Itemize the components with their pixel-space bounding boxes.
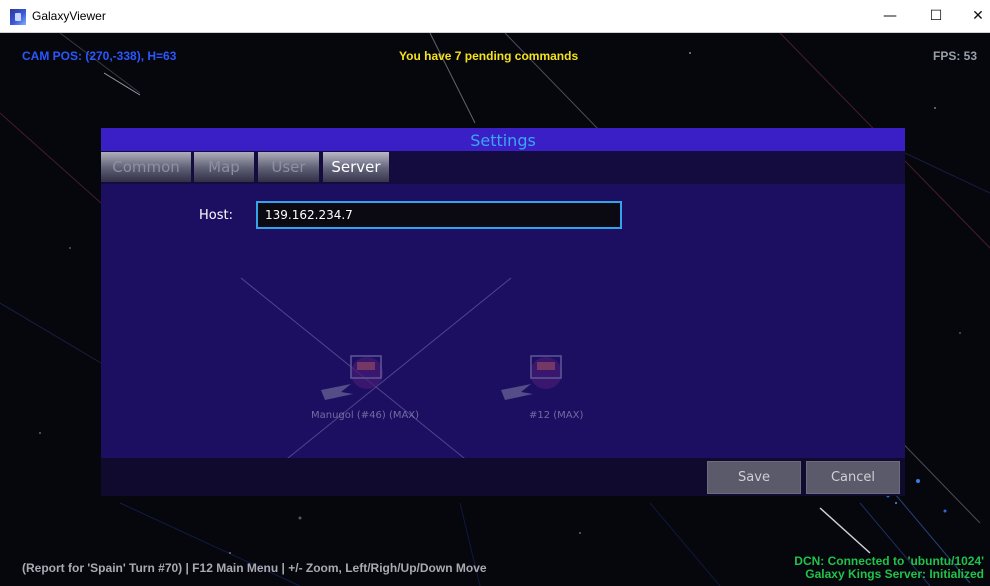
ship-label-manugol: Manugol (#46) (MAX) [311, 410, 420, 421]
tab-user[interactable]: User [258, 152, 319, 182]
close-icon: ✕ [972, 8, 984, 24]
app-icon [10, 9, 26, 25]
settings-dialog-header: Settings [101, 128, 905, 151]
ship-label-12: #12 (MAX) [529, 410, 584, 421]
window-titlebar: GalaxyViewer — ☐ ✕ [0, 0, 990, 33]
pending-commands-notice: You have 7 pending commands [399, 49, 579, 63]
tab-map[interactable]: Map [194, 152, 254, 182]
maximize-icon: ☐ [929, 8, 943, 24]
connection-status: DCN: Connected to 'ubuntu/1024' Galaxy K… [794, 555, 984, 581]
host-label: Host: [199, 208, 233, 223]
minimize-button[interactable]: — [870, 0, 910, 32]
tab-server[interactable]: Server [323, 152, 389, 182]
settings-tabbar: Common Map User Server [101, 151, 905, 184]
server-status-line: Galaxy Kings Server: Initialized [805, 567, 984, 581]
window-title: GalaxyViewer [32, 9, 106, 23]
cancel-button[interactable]: Cancel [806, 461, 900, 494]
host-input[interactable] [256, 201, 622, 229]
save-button[interactable]: Save [707, 461, 801, 494]
minimize-icon: — [883, 8, 897, 24]
camera-position-readout: CAM POS: (270,-338), H=63 [22, 49, 177, 63]
settings-title: Settings [470, 131, 536, 150]
maximize-button[interactable]: ☐ [916, 0, 956, 32]
tab-common[interactable]: Common [101, 152, 191, 182]
fps-counter: FPS: 53 [933, 49, 978, 63]
close-button[interactable]: ✕ [958, 0, 990, 32]
report-status-line: (Report for 'Spain' Turn #70) | F12 Main… [22, 561, 487, 575]
galaxy-viewport[interactable]: CAM POS: (270,-338), H=63 You have 7 pen… [0, 33, 990, 586]
settings-dialog: Settings Common Map User Server Host: 13… [101, 128, 905, 496]
